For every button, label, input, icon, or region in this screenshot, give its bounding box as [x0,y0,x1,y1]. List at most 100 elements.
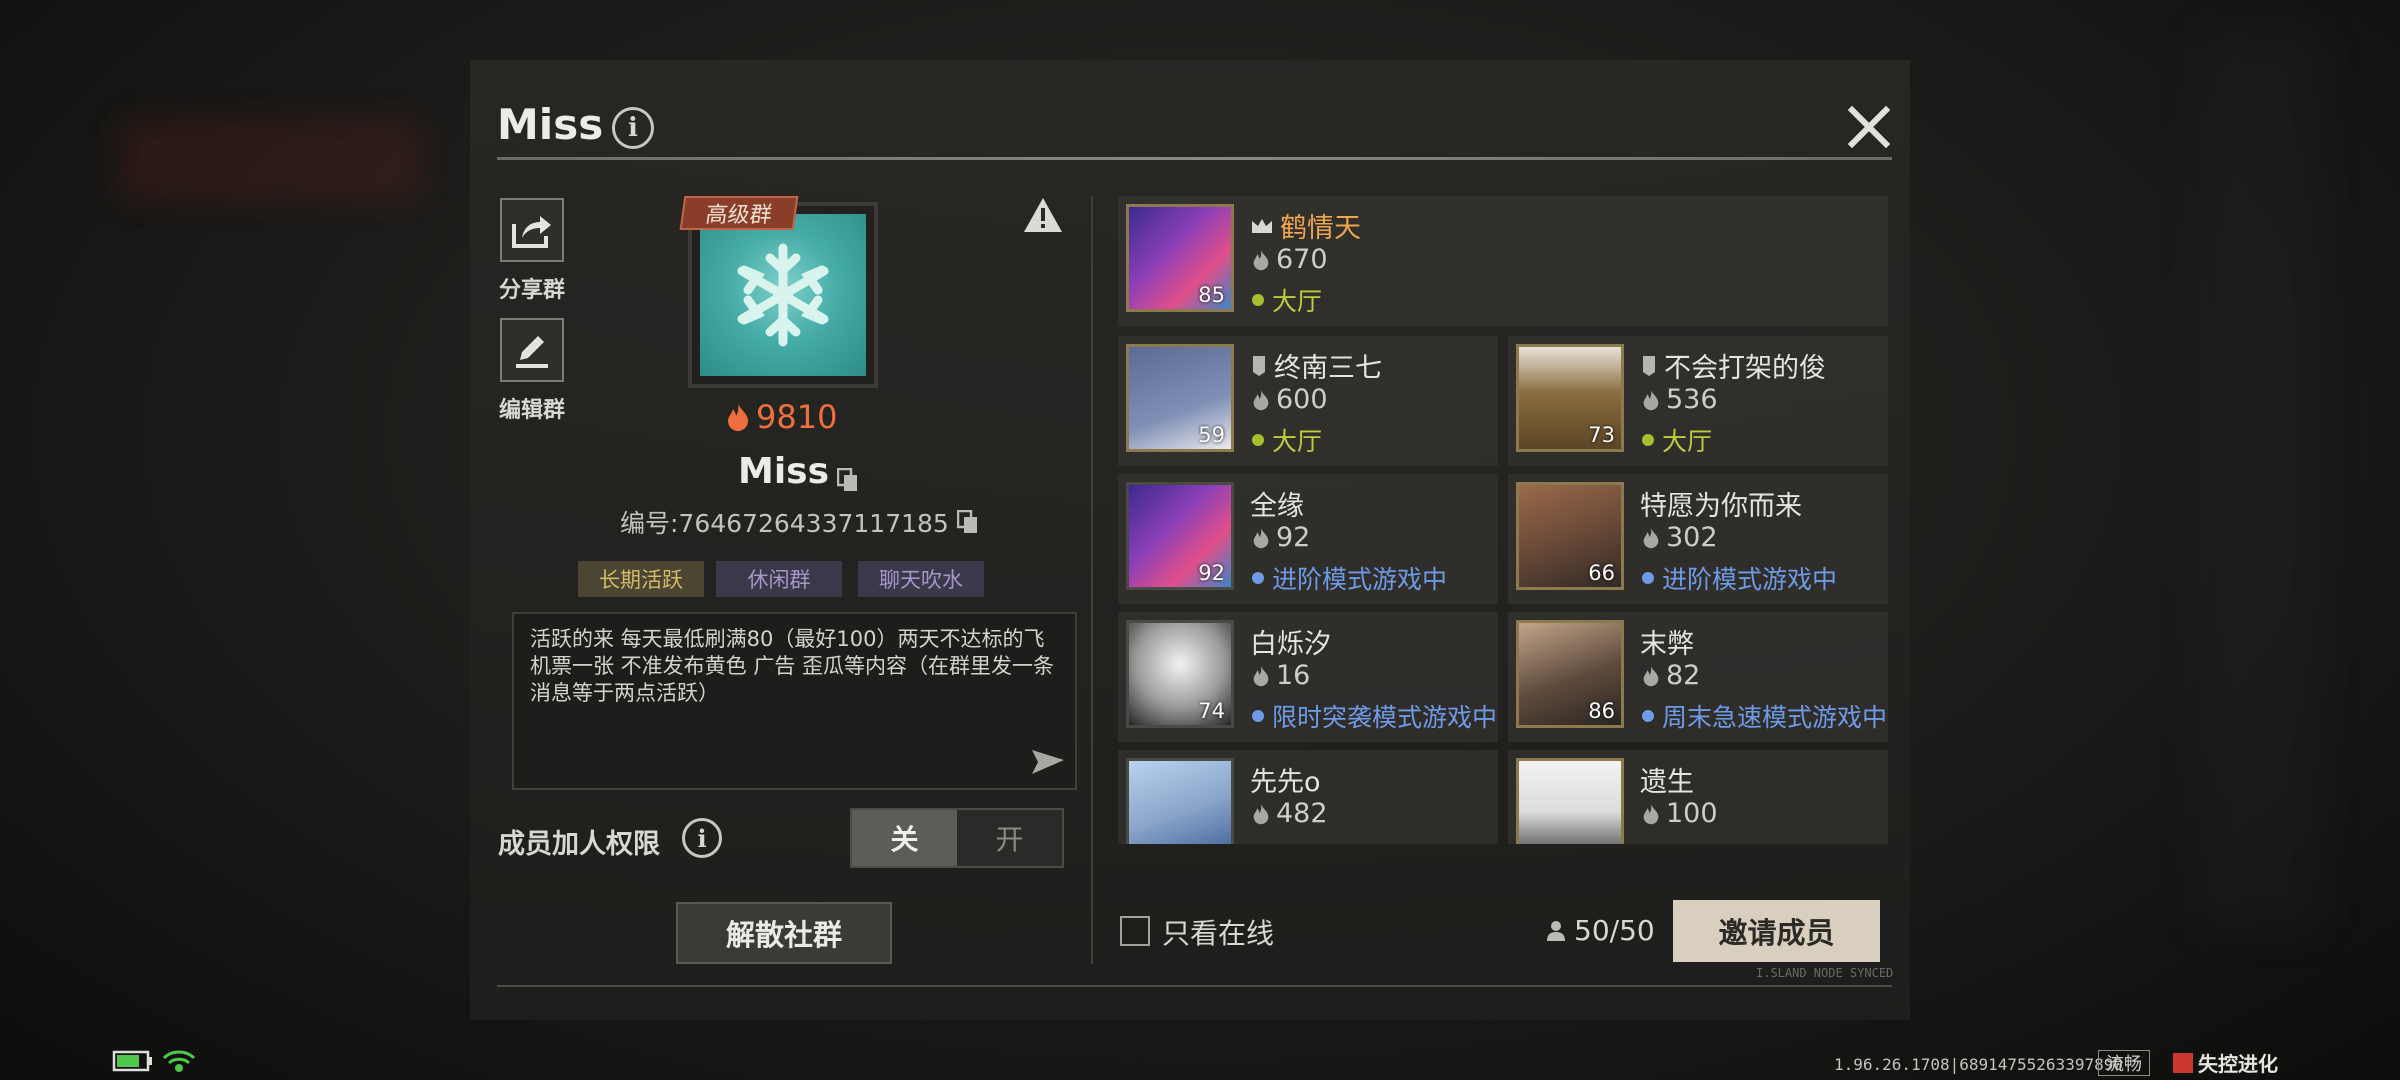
synced-text: I.SLAND NODE SYNCED [1756,966,1894,980]
badge-icon [1643,355,1655,376]
snowflake-icon [737,243,829,347]
member-name-text: 先先o [1250,767,1321,798]
member-avatar: 86 [1516,620,1624,728]
close-button[interactable] [1846,104,1892,150]
tag-casual: 休闲群 [716,561,842,597]
flame-icon [1253,249,1269,270]
tag-chat: 聊天吹水 [858,561,984,597]
send-icon[interactable] [1030,748,1066,780]
toggle-off-option[interactable]: 关 [852,810,957,866]
member-card[interactable]: 遗生 100 [1508,750,1888,844]
copy-name-icon[interactable] [836,460,859,491]
group-heat-value: 9810 [756,398,838,436]
member-card[interactable]: 66 特愿为你而来 302 进阶模式游戏中 [1508,474,1888,604]
flame-icon [1253,389,1269,410]
member-heat-value: 82 [1666,660,1701,691]
member-heat: 16 [1252,660,1310,691]
member-name: 特愿为你而来 [1640,484,1802,523]
member-card[interactable]: 86 末弊 82 周末急速模式游戏中 [1508,612,1888,742]
member-heat-value: 92 [1276,522,1311,553]
tag-long-active: 长期活跃 [578,561,704,597]
member-status-text: 周末急速模式游戏中 [1662,703,1888,732]
copy-id-icon[interactable] [956,509,979,534]
wifi-icon [162,1050,196,1072]
member-status: 进阶模式游戏中 [1252,560,1447,596]
member-name: 不会打架的俊 [1640,346,1826,385]
edit-icon [516,336,548,368]
member-list[interactable]: 85 鹤情天 670 大厅 59 终南三七 600 大厅 73 不会打架的俊 5… [1118,196,1888,844]
member-heat-value: 482 [1276,798,1328,829]
member-level: 92 [1198,561,1225,585]
member-heat: 302 [1642,522,1718,553]
member-heat: 92 [1252,522,1310,553]
brand-logo: 失控进化 [2172,1048,2278,1077]
member-heat-value: 302 [1666,522,1718,553]
tier-badge: 高级群 [679,196,799,230]
member-name-text: 不会打架的俊 [1664,353,1826,384]
member-status-text: 进阶模式游戏中 [1662,565,1838,594]
edit-group-button[interactable] [500,318,564,382]
member-card[interactable]: 59 终南三七 600 大厅 [1118,336,1498,466]
group-name-text: Miss [738,451,830,492]
edit-group-label: 编辑群 [499,398,566,423]
member-name-text: 鹤情天 [1280,213,1361,244]
member-level: 74 [1198,699,1225,723]
invite-members-button[interactable]: 邀请成员 [1673,900,1880,962]
member-level: 86 [1588,699,1615,723]
member-heat-value: 600 [1276,384,1328,415]
share-group-label: 分享群 [499,278,566,303]
member-status-text: 大厅 [1662,427,1713,456]
member-avatar: 59 [1126,344,1234,452]
disband-group-button[interactable]: 解散社群 [676,902,892,964]
flame-icon [1643,665,1659,686]
member-card[interactable]: 73 不会打架的俊 536 大厅 [1508,336,1888,466]
member-name: 白烁汐 [1250,622,1331,661]
network-quality: 流畅 [2098,1050,2150,1076]
member-status-text: 限时突袭模式游戏中 [1272,703,1498,732]
person-icon [1547,920,1565,941]
member-status-text: 进阶模式游戏中 [1272,565,1448,594]
member-name-text: 终南三七 [1274,353,1382,384]
permission-info-icon[interactable]: i [682,818,722,858]
page-title: Miss [497,100,604,149]
member-avatar: 85 [1126,204,1234,312]
member-name: 先先o [1250,760,1321,799]
group-heat: 9810 [726,398,846,436]
share-group-button[interactable] [500,198,564,262]
member-name: 终南三七 [1250,346,1382,385]
member-count: 50/50 [1546,914,1655,947]
member-card[interactable]: 先先o 482 [1118,750,1498,844]
member-heat-value: 670 [1276,244,1328,275]
report-button[interactable] [1022,196,1064,238]
battery-icon [112,1050,152,1072]
online-only-label: 只看在线 [1162,917,1275,950]
info-icon[interactable]: i [612,107,654,149]
member-heat: 82 [1642,660,1700,691]
member-card[interactable]: 85 鹤情天 670 大厅 [1118,196,1888,326]
member-heat-value: 100 [1666,798,1718,829]
member-heat-value: 536 [1666,384,1718,415]
flame-icon [1643,803,1659,824]
member-name-text: 遗生 [1640,767,1694,798]
panel-divider [1091,196,1093,964]
member-status: 大厅 [1252,282,1322,318]
device-status [112,1048,212,1078]
online-only-checkbox[interactable] [1120,916,1150,946]
member-avatar: 73 [1516,344,1624,452]
permission-toggle[interactable]: 关 开 [850,808,1064,868]
member-level: 73 [1588,423,1615,447]
member-heat-value: 16 [1276,660,1311,691]
member-status: 进阶模式游戏中 [1642,560,1837,596]
group-description[interactable]: 活跃的来 每天最低刷满80（最好100）两天不达标的飞机票一张 不准发布黄色 广… [512,612,1077,790]
brand-icon [2173,1052,2193,1073]
member-status: 限时突袭模式游戏中 [1252,698,1497,734]
member-status-text: 大厅 [1272,287,1323,316]
member-status: 周末急速模式游戏中 [1642,698,1887,734]
toggle-on-option[interactable]: 开 [957,810,1062,866]
background-blur [120,120,420,200]
member-heat: 536 [1642,384,1718,415]
member-card[interactable]: 74 白烁汐 16 限时突袭模式游戏中 [1118,612,1498,742]
member-card[interactable]: 92 全缘 92 进阶模式游戏中 [1118,474,1498,604]
member-name: 末弊 [1640,622,1694,661]
build-version: 1.96.26.1708|68914755263397890 [1834,1055,2123,1074]
